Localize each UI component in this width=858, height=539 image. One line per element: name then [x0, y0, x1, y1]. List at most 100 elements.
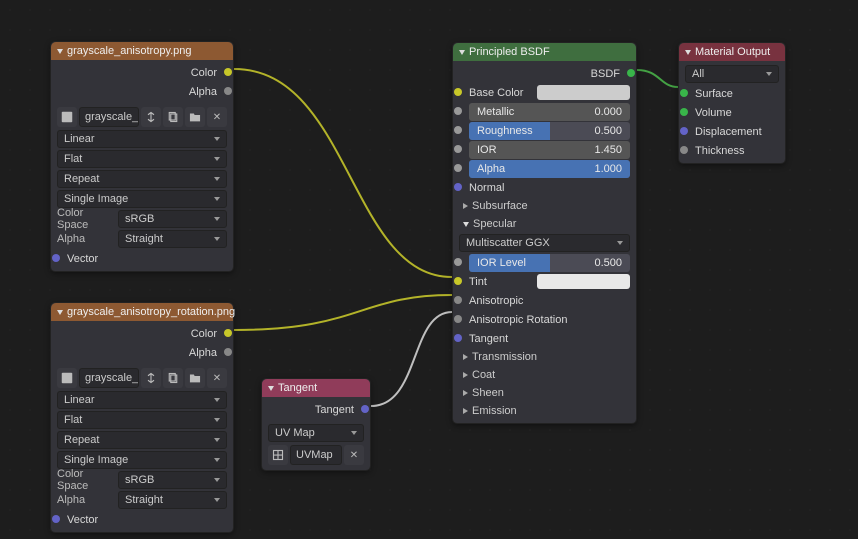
uvmap-field[interactable]: UVMap	[290, 445, 342, 465]
socket-volume[interactable]	[680, 108, 688, 116]
socket-anisotropic[interactable]	[454, 296, 462, 304]
group-coat[interactable]: Coat	[472, 369, 495, 381]
node-material-output[interactable]: Material Output All Surface Volume Displ…	[678, 42, 786, 164]
tint-swatch[interactable]	[537, 274, 630, 289]
node-title: Principled BSDF	[469, 46, 550, 58]
node-tangent[interactable]: Tangent Tangent UV Map UVMap ✕	[261, 378, 371, 471]
open-button[interactable]	[185, 107, 205, 127]
node-image-texture-2[interactable]: grayscale_anisotropy_rotation.png Color …	[50, 302, 234, 533]
unlink-button[interactable]: ✕	[207, 107, 227, 127]
socket-color[interactable]	[224, 68, 232, 76]
node-header[interactable]: Principled BSDF	[453, 43, 636, 61]
chevron-down-icon	[268, 386, 274, 391]
projection-select[interactable]: Flat	[57, 150, 227, 168]
alpha-select[interactable]: Straight	[118, 230, 227, 248]
group-transmission[interactable]: Transmission	[472, 351, 537, 363]
socket-thickness[interactable]	[680, 146, 688, 154]
chevron-down-icon[interactable]	[463, 222, 469, 227]
socket-ior-level[interactable]	[454, 258, 462, 266]
socket-color[interactable]	[224, 329, 232, 337]
clear-button[interactable]: ✕	[344, 445, 364, 465]
unlink-button[interactable]: ✕	[207, 368, 227, 388]
colorspace-select[interactable]: sRGB	[118, 210, 227, 228]
input-vector: Vector	[67, 253, 98, 265]
colorspace-label: Color Space	[57, 468, 112, 492]
group-sheen[interactable]: Sheen	[472, 387, 504, 399]
projection-select[interactable]: Flat	[57, 411, 227, 429]
socket-metallic[interactable]	[454, 107, 462, 115]
image-icon[interactable]	[57, 368, 77, 388]
socket-ior[interactable]	[454, 145, 462, 153]
chevron-right-icon[interactable]	[463, 203, 468, 209]
output-alpha: Alpha	[189, 86, 217, 98]
chevron-right-icon[interactable]	[463, 354, 468, 360]
alpha-label: Alpha	[477, 163, 505, 175]
ior-value[interactable]: 1.450	[594, 144, 622, 156]
socket-normal[interactable]	[454, 183, 462, 191]
input-volume: Volume	[695, 107, 732, 119]
socket-vector[interactable]	[52, 515, 60, 523]
socket-alpha[interactable]	[224, 348, 232, 356]
extension-select[interactable]: Repeat	[57, 431, 227, 449]
new-button[interactable]	[163, 107, 183, 127]
node-title: Tangent	[278, 382, 317, 394]
socket-vector[interactable]	[52, 254, 60, 262]
node-image-texture-1[interactable]: grayscale_anisotropy.png Color Alpha gra…	[50, 41, 234, 272]
distribution-select[interactable]: Multiscatter GGX	[459, 234, 630, 252]
image-icon[interactable]	[57, 107, 77, 127]
chevron-right-icon[interactable]	[463, 408, 468, 414]
colorspace-select[interactable]: sRGB	[118, 471, 227, 489]
group-subsurface[interactable]: Subsurface	[472, 200, 528, 212]
node-header[interactable]: grayscale_anisotropy_rotation.png	[51, 303, 233, 321]
target-select[interactable]: All	[685, 65, 779, 83]
socket-tangent[interactable]	[361, 405, 369, 413]
chevron-right-icon[interactable]	[463, 372, 468, 378]
chevron-down-icon	[57, 310, 63, 315]
output-color: Color	[191, 67, 217, 79]
chevron-down-icon	[459, 50, 465, 55]
ior-level-value[interactable]: 0.500	[594, 257, 622, 269]
extension-select[interactable]: Repeat	[57, 170, 227, 188]
new-button[interactable]	[163, 368, 183, 388]
input-vector: Vector	[67, 514, 98, 526]
output-bsdf: BSDF	[591, 68, 620, 80]
socket-alpha[interactable]	[224, 87, 232, 95]
alpha-value[interactable]: 1.000	[594, 163, 622, 175]
image-datablock[interactable]: grayscale_anisot...	[79, 107, 139, 127]
input-tangent: Tangent	[469, 333, 508, 345]
socket-base-color[interactable]	[454, 88, 462, 96]
roughness-value[interactable]: 0.500	[594, 125, 622, 137]
node-principled-bsdf[interactable]: Principled BSDF BSDF Base Color Metallic…	[452, 42, 637, 424]
input-base-color: Base Color	[469, 87, 531, 99]
socket-roughness[interactable]	[454, 126, 462, 134]
ior-level-label: IOR Level	[477, 257, 526, 269]
node-header[interactable]: grayscale_anisotropy.png	[51, 42, 233, 60]
roughness-label: Roughness	[477, 125, 533, 137]
socket-aniso-rotation[interactable]	[454, 315, 462, 323]
source-select[interactable]: Single Image	[57, 451, 227, 469]
node-title: grayscale_anisotropy.png	[67, 45, 192, 57]
socket-tangent[interactable]	[454, 334, 462, 342]
group-emission[interactable]: Emission	[472, 405, 517, 417]
interpolation-select[interactable]: Linear	[57, 391, 227, 409]
image-datablock[interactable]: grayscale_anisot...	[79, 368, 139, 388]
node-title: grayscale_anisotropy_rotation.png	[67, 306, 235, 318]
interpolation-select[interactable]: Linear	[57, 130, 227, 148]
base-color-swatch[interactable]	[537, 85, 630, 100]
direction-select[interactable]: UV Map	[268, 424, 364, 442]
socket-surface[interactable]	[680, 89, 688, 97]
metallic-value[interactable]: 0.000	[594, 106, 622, 118]
fake-user-button[interactable]	[141, 368, 161, 388]
socket-displacement[interactable]	[680, 127, 688, 135]
node-header[interactable]: Material Output	[679, 43, 785, 61]
socket-bsdf[interactable]	[627, 69, 635, 77]
alpha-select[interactable]: Straight	[118, 491, 227, 509]
source-select[interactable]: Single Image	[57, 190, 227, 208]
group-specular[interactable]: Specular	[473, 218, 516, 230]
socket-alpha[interactable]	[454, 164, 462, 172]
node-header[interactable]: Tangent	[262, 379, 370, 397]
chevron-right-icon[interactable]	[463, 390, 468, 396]
socket-tint[interactable]	[454, 277, 462, 285]
fake-user-button[interactable]	[141, 107, 161, 127]
open-button[interactable]	[185, 368, 205, 388]
